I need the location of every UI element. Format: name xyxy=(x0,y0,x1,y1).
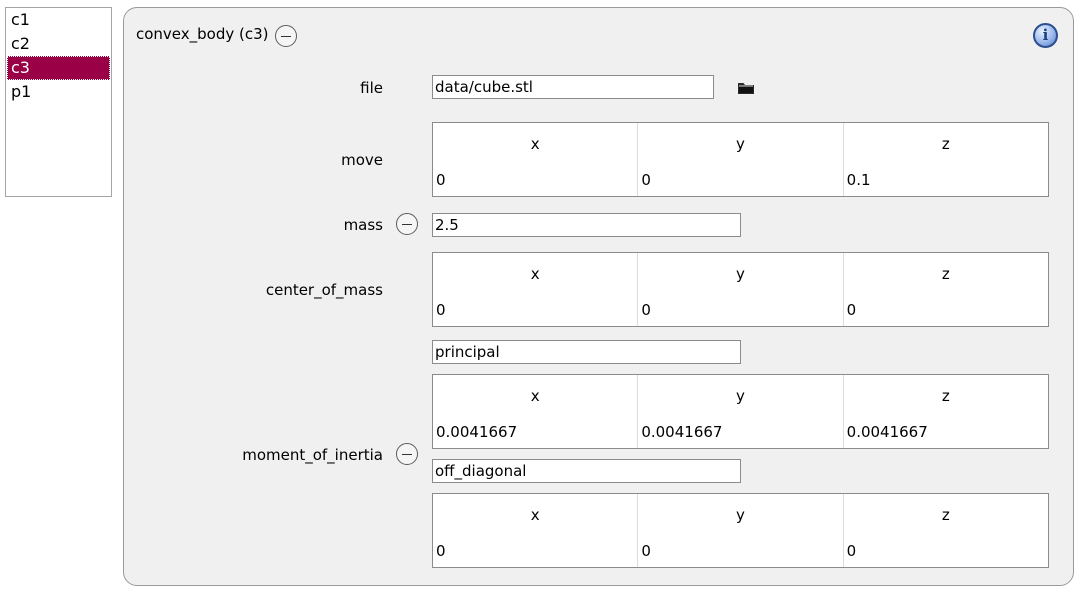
moment-of-inertia-collapse-button[interactable] xyxy=(396,443,418,465)
list-item-c1[interactable]: c1 xyxy=(7,8,110,32)
principal-x-column: x 0.0041667 xyxy=(433,375,639,448)
principal-y-column: y 0.0041667 xyxy=(638,375,844,448)
move-z-header: z xyxy=(941,135,950,153)
body-list[interactable]: c1 c2 c3 p1 xyxy=(5,7,112,197)
move-y-header: y xyxy=(736,135,745,153)
move-z-value[interactable]: 0.1 xyxy=(847,171,871,189)
folder-icon[interactable] xyxy=(736,79,756,97)
com-z-column: z 0 xyxy=(844,253,1048,326)
offdiag-z-header: z xyxy=(941,506,950,524)
mass-input[interactable] xyxy=(432,213,741,237)
offdiag-x-header: x xyxy=(530,506,540,524)
principal-field[interactable] xyxy=(432,340,741,364)
panel-title: convex_body (c3) xyxy=(136,25,269,43)
offdiag-x-value[interactable]: 0 xyxy=(436,542,446,560)
offdiag-y-value[interactable]: 0 xyxy=(641,542,651,560)
move-x-value[interactable]: 0 xyxy=(436,171,446,189)
center-of-mass-label: center_of_mass xyxy=(265,281,383,299)
com-x-value[interactable]: 0 xyxy=(436,301,446,319)
principal-x-header: x xyxy=(530,387,540,405)
principal-x-value[interactable]: 0.0041667 xyxy=(436,423,517,441)
principal-z-column: z 0.0041667 xyxy=(844,375,1048,448)
move-y-column: y 0 xyxy=(638,123,844,196)
file-label: file xyxy=(360,79,383,97)
moment-of-inertia-label: moment_of_inertia xyxy=(242,446,383,464)
offdiag-x-column: x 0 xyxy=(433,494,639,567)
principal-vector-table: x 0.0041667 y 0.0041667 z 0.0041667 xyxy=(432,374,1049,449)
move-x-header: x xyxy=(530,135,540,153)
offdiag-z-column: z 0 xyxy=(844,494,1048,567)
com-x-column: x 0 xyxy=(433,253,639,326)
info-icon[interactable]: i xyxy=(1033,23,1058,48)
offdiag-y-header: y xyxy=(736,506,745,524)
move-label: move xyxy=(341,151,383,169)
list-item-c3[interactable]: c3 xyxy=(7,56,110,80)
list-item-c2[interactable]: c2 xyxy=(7,32,110,56)
offdiag-y-column: y 0 xyxy=(638,494,844,567)
file-input[interactable] xyxy=(432,75,714,99)
principal-y-header: y xyxy=(736,387,745,405)
principal-z-value[interactable]: 0.0041667 xyxy=(847,423,928,441)
principal-z-header: z xyxy=(941,387,950,405)
mass-collapse-button[interactable] xyxy=(396,213,418,235)
com-z-header: z xyxy=(941,265,950,283)
com-y-column: y 0 xyxy=(638,253,844,326)
off-diagonal-field[interactable] xyxy=(432,459,741,483)
offdiag-z-value[interactable]: 0 xyxy=(847,542,857,560)
move-x-column: x 0 xyxy=(433,123,639,196)
move-z-column: z 0.1 xyxy=(844,123,1048,196)
principal-y-value[interactable]: 0.0041667 xyxy=(641,423,722,441)
com-y-value[interactable]: 0 xyxy=(641,301,651,319)
off-diagonal-vector-table: x 0 y 0 z 0 xyxy=(432,493,1049,568)
move-vector-table: x 0 y 0 z 0.1 xyxy=(432,122,1049,197)
collapse-panel-button[interactable] xyxy=(275,25,297,47)
com-y-header: y xyxy=(736,265,745,283)
com-z-value[interactable]: 0 xyxy=(847,301,857,319)
move-y-value[interactable]: 0 xyxy=(641,171,651,189)
com-x-header: x xyxy=(530,265,540,283)
list-item-p1[interactable]: p1 xyxy=(7,80,110,104)
mass-label: mass xyxy=(343,216,383,234)
center-of-mass-vector-table: x 0 y 0 z 0 xyxy=(432,252,1049,327)
convex-body-panel: convex_body (c3) i file move x 0 y 0 z 0… xyxy=(123,7,1074,586)
